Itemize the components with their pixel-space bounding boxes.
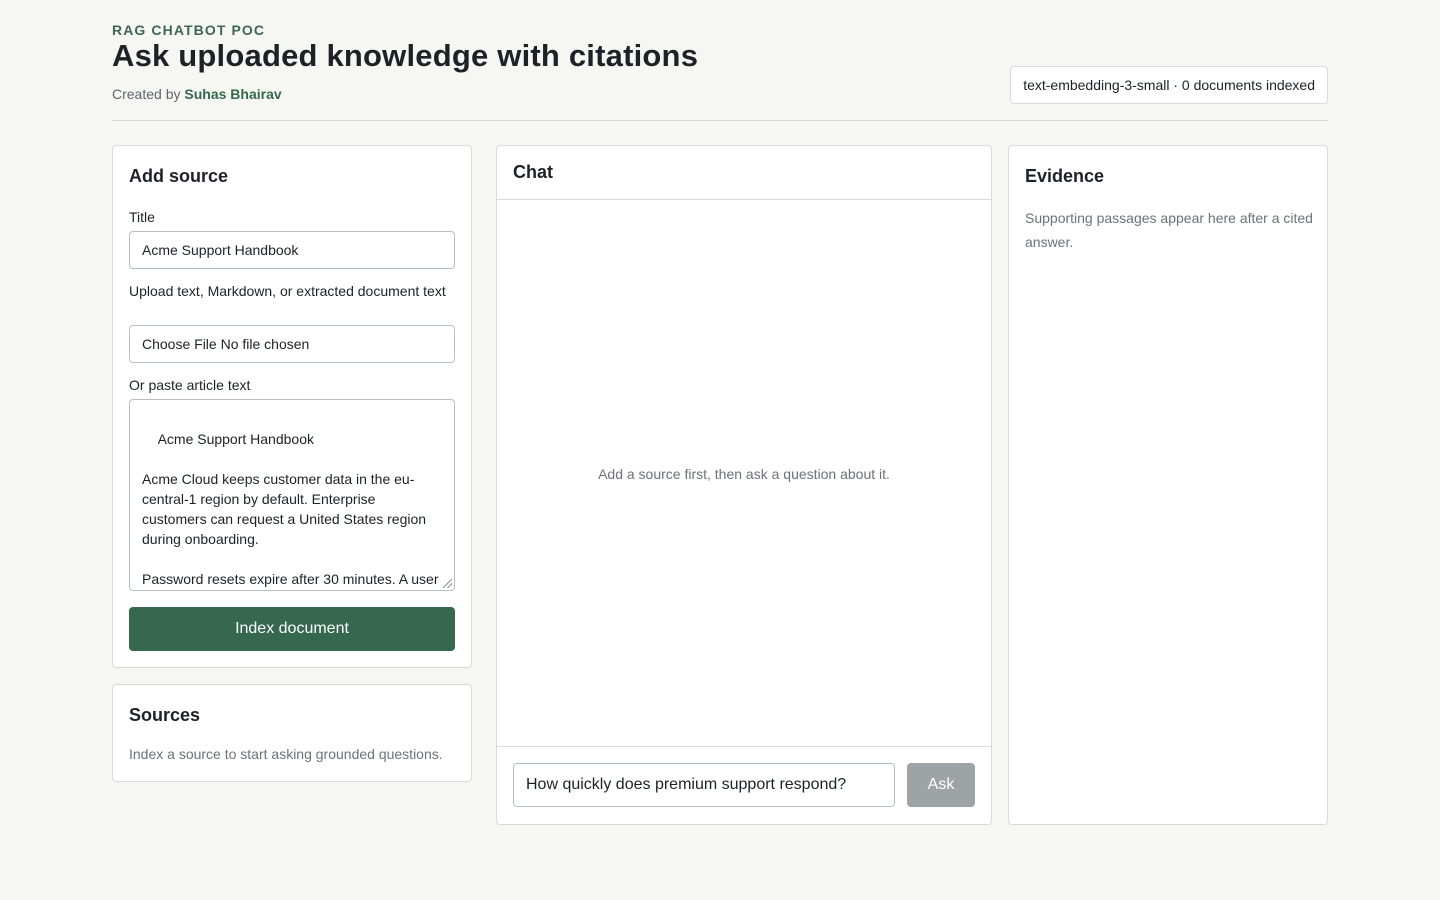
chat-panel: Chat Add a source first, then ask a ques… bbox=[496, 145, 992, 825]
evidence-heading: Evidence bbox=[1025, 166, 1105, 186]
page-title: Ask uploaded knowledge with citations bbox=[112, 38, 699, 73]
index-status-badge: text-embedding-3-small · 0 documents ind… bbox=[1010, 66, 1328, 104]
chat-heading: Chat bbox=[513, 162, 553, 182]
add-source-panel: Add source Title Acme Support Handbook U… bbox=[112, 145, 472, 668]
sources-empty-text: Index a source to start asking grounded … bbox=[129, 746, 443, 762]
page-header: RAG CHATBOT POC Ask uploaded knowledge w… bbox=[112, 22, 1328, 121]
paste-label: Or paste article text bbox=[129, 377, 251, 393]
upload-label: Upload text, Markdown, or extracted docu… bbox=[129, 283, 446, 299]
chat-composer: How quickly does premium support respond… bbox=[497, 746, 991, 824]
author-name: Suhas Bhairav bbox=[184, 86, 282, 102]
sources-heading: Sources bbox=[129, 705, 201, 725]
evidence-panel: Evidence Supporting passages appear here… bbox=[1008, 145, 1328, 825]
file-input[interactable]: Choose File No file chosen bbox=[129, 325, 455, 363]
title-label: Title bbox=[129, 209, 155, 225]
index-document-button[interactable]: Index document bbox=[129, 607, 455, 651]
app-eyebrow: RAG CHATBOT POC bbox=[112, 22, 266, 38]
byline: Created by Suhas Bhairav bbox=[112, 86, 282, 102]
question-input[interactable]: How quickly does premium support respond… bbox=[513, 763, 895, 807]
chat-header: Chat bbox=[497, 146, 991, 200]
article-text: Acme Support Handbook Acme Cloud keeps c… bbox=[142, 431, 439, 587]
ask-button[interactable]: Ask bbox=[907, 763, 975, 807]
resize-handle-icon[interactable] bbox=[443, 579, 452, 588]
choose-file-button[interactable]: Choose File bbox=[142, 336, 217, 352]
file-status-text: No file chosen bbox=[220, 336, 310, 352]
title-input[interactable]: Acme Support Handbook bbox=[129, 231, 455, 269]
add-source-heading: Add source bbox=[129, 166, 229, 186]
chat-empty-text: Add a source first, then ask a question … bbox=[598, 466, 890, 482]
article-textarea[interactable]: Acme Support Handbook Acme Cloud keeps c… bbox=[129, 399, 455, 591]
sources-panel: Sources Index a source to start asking g… bbox=[112, 684, 472, 782]
byline-prefix: Created by bbox=[112, 86, 181, 102]
evidence-empty-text: Supporting passages appear here after a … bbox=[1025, 210, 1313, 250]
